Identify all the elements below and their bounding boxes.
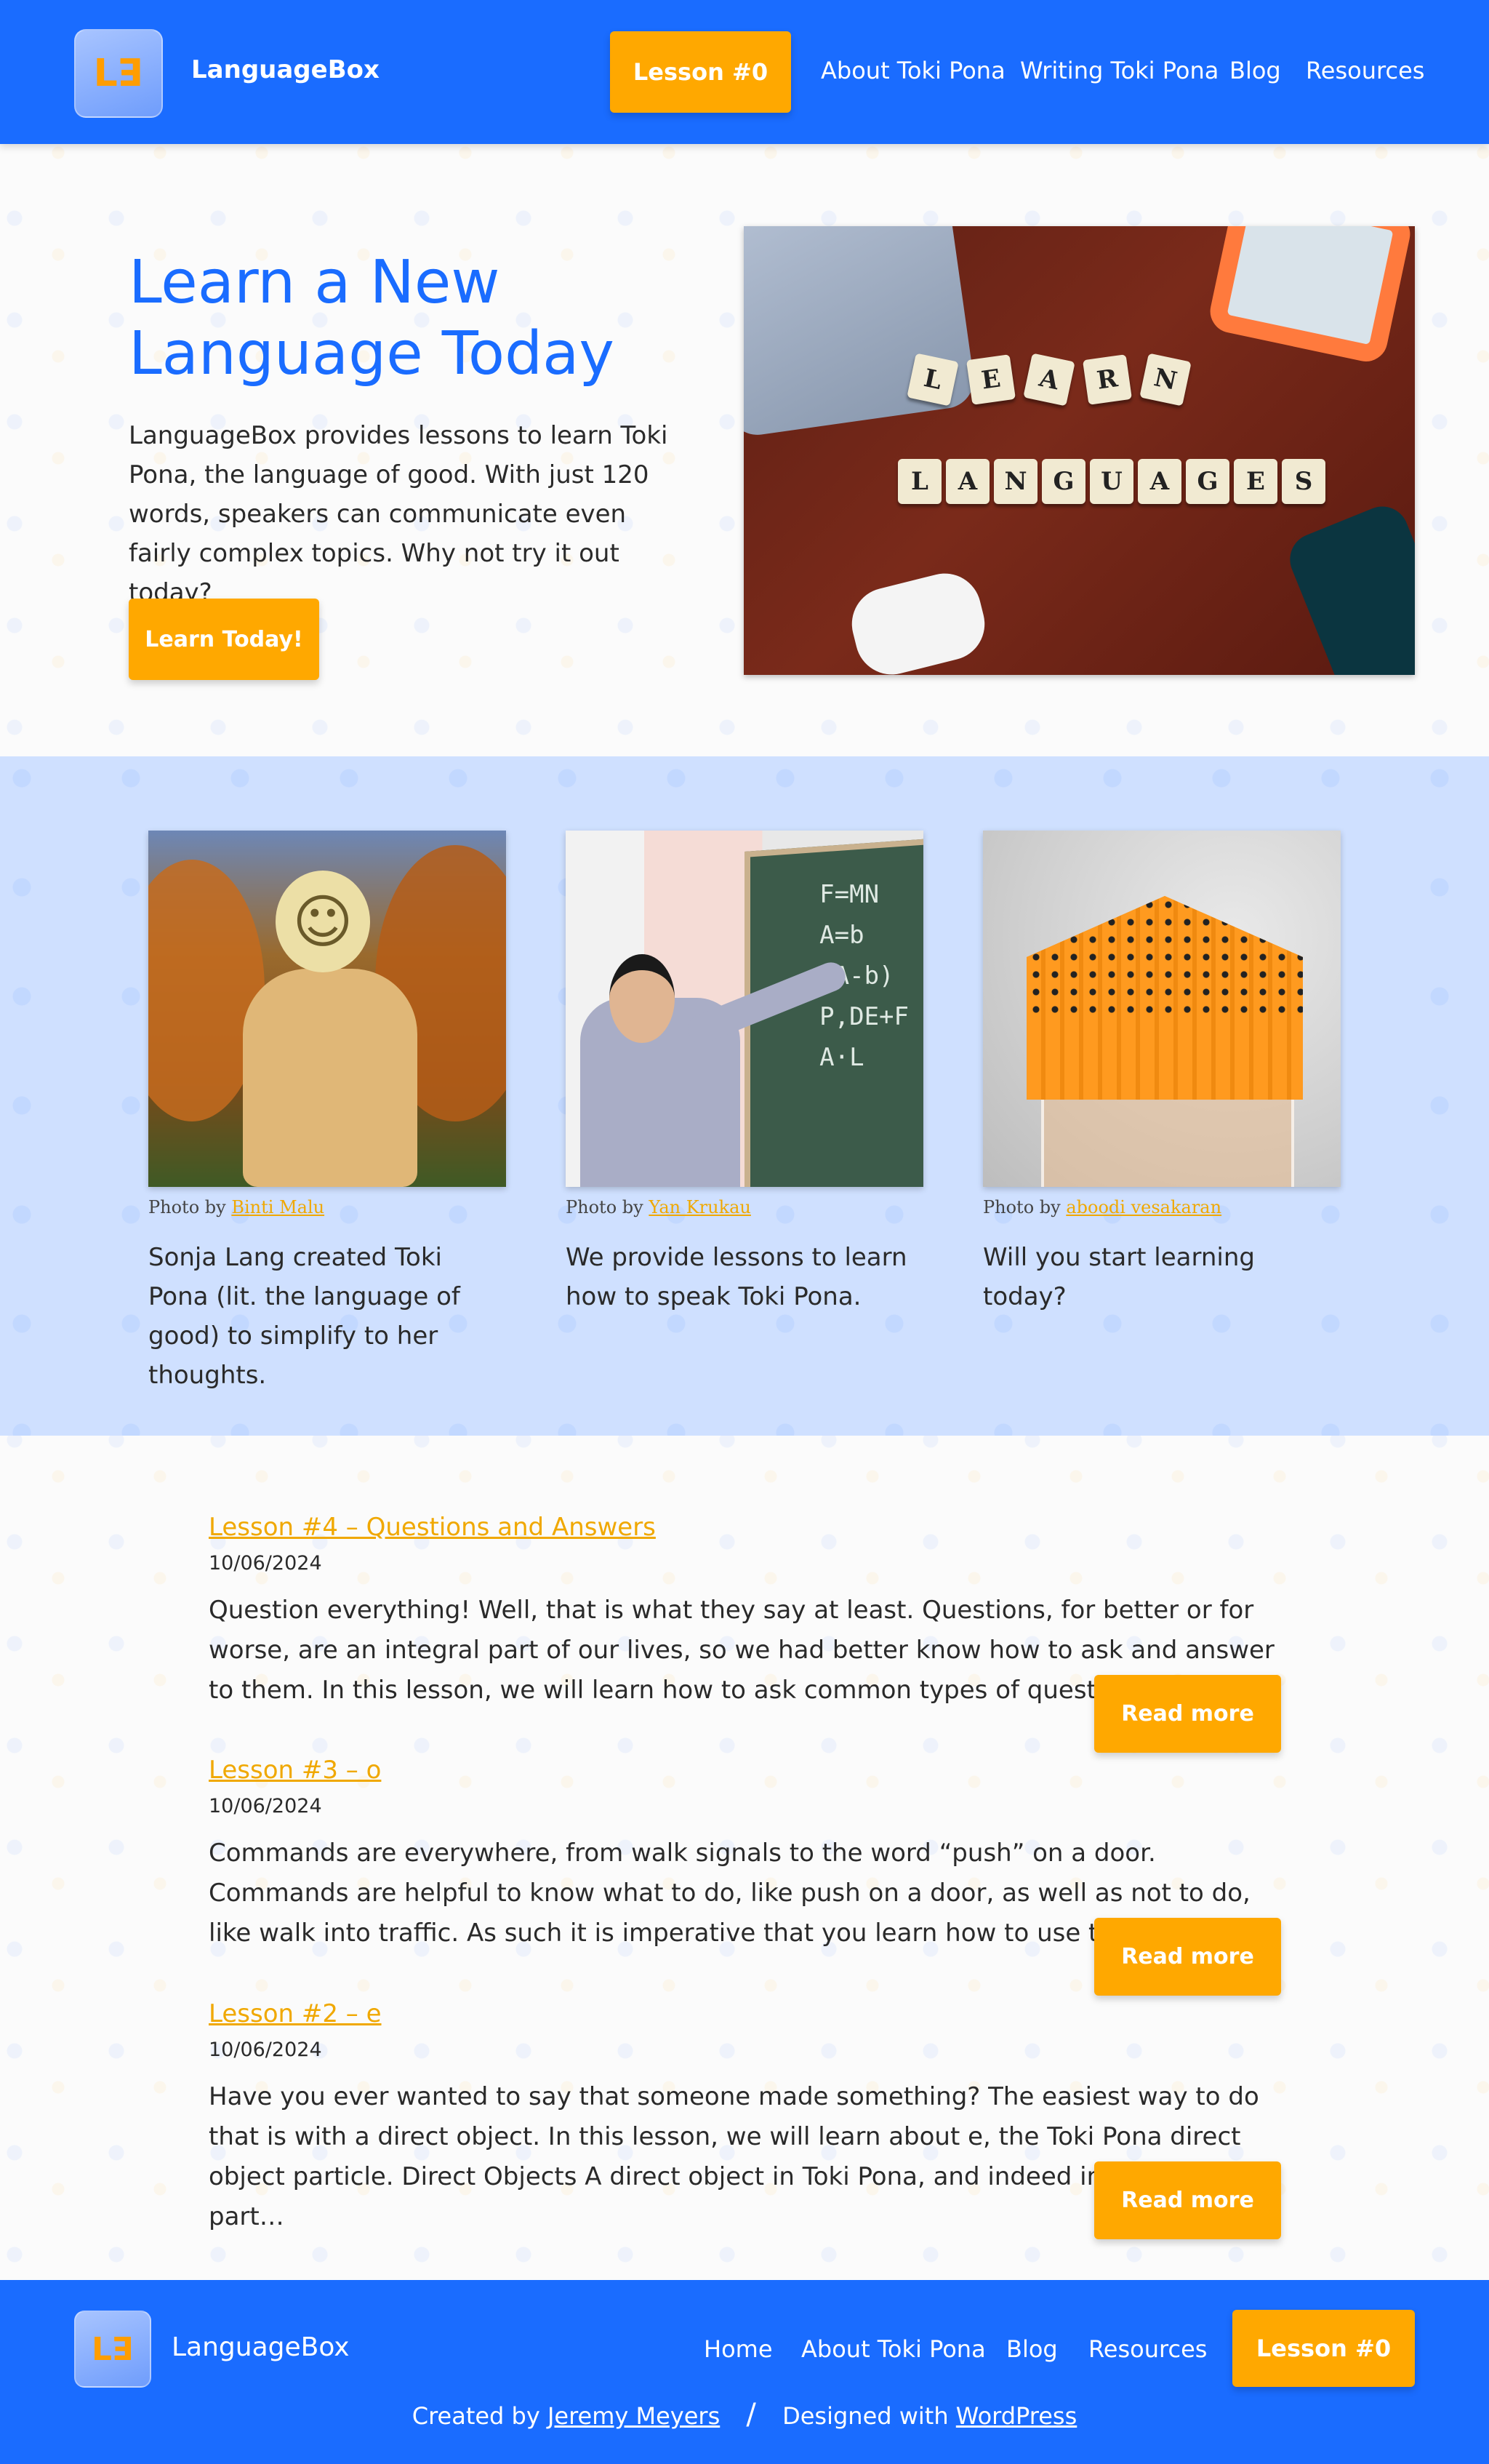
feature-text: Will you start learning today? <box>983 1243 1255 1311</box>
footer-brand-name[interactable]: LanguageBox <box>172 2332 350 2362</box>
nav-link-about-toki-pona[interactable]: About Toki Pona <box>821 57 1006 84</box>
letter-tile: G <box>1186 459 1229 504</box>
photo-credit: Photo by aboodi vesakaran <box>983 1197 1341 1217</box>
credits-separator: / <box>746 2398 756 2431</box>
feature-card-lessons: F=MN A=b (A-b) P,DE+F A·L Photo by Yan Kruka… <box>566 831 923 1316</box>
letter-tile: N <box>1139 353 1192 407</box>
feature-card-start-learning: Photo by aboodi vesakaran Will you start… <box>983 831 1341 1316</box>
photo-credit-link[interactable]: Binti Malu <box>231 1197 324 1217</box>
letter-tile: U <box>1090 459 1133 504</box>
tiles-languages: L A N G U A G E S <box>898 459 1325 504</box>
logo-icon[interactable]: ꓡꓱ <box>74 29 163 118</box>
letter-tile: S <box>1282 459 1325 504</box>
letter-tile: A <box>946 459 990 504</box>
letter-tile: A <box>1138 459 1181 504</box>
nav-link-blog[interactable]: Blog <box>1229 57 1281 84</box>
lesson-0-button[interactable]: Lesson #0 <box>610 31 791 113</box>
feature-card-toki-pona-origin: ☺ Photo by Binti Malu Sonja Lang created… <box>148 831 506 1395</box>
photo-credit: Photo by Yan Krukau <box>566 1197 923 1217</box>
smiley-face-icon: ☺ <box>276 871 370 972</box>
post-title-link[interactable]: Lesson #4 – Questions and Answers <box>209 1513 1281 1542</box>
earbuds-case-shape <box>844 566 992 675</box>
read-more-button[interactable]: Read more <box>1094 2161 1281 2239</box>
letter-tile: E <box>966 354 1016 405</box>
phone-shape <box>1282 498 1415 675</box>
letter-tile: A <box>1023 353 1075 407</box>
letter-tile: L <box>898 459 942 504</box>
photo-pencils <box>983 831 1341 1187</box>
photo-teacher-chalkboard: F=MN A=b (A-b) P,DE+F A·L <box>566 831 923 1187</box>
feature-text: We provide lessons to learn how to speak… <box>566 1243 907 1311</box>
laptop-shape <box>744 226 978 439</box>
hero-description: LanguageBox provides lessons to learn To… <box>129 421 668 607</box>
site-header: ꓡꓱ LanguageBox Lesson #0 About Toki Pona… <box>0 0 1489 144</box>
post-title-link[interactable]: Lesson #2 – e <box>209 1999 1281 2028</box>
nav-link-resources[interactable]: Resources <box>1306 57 1424 84</box>
tiles-learn: L E A R N <box>907 353 1192 407</box>
brand-name[interactable]: LanguageBox <box>191 55 380 84</box>
post-date: 10/06/2024 <box>209 1795 322 1817</box>
footer-nav-about-toki-pona[interactable]: About Toki Pona <box>801 2335 986 2363</box>
post-date: 10/06/2024 <box>209 1552 322 1575</box>
footer-lesson-0-button[interactable]: Lesson #0 <box>1232 2310 1415 2387</box>
letter-tile: G <box>1042 459 1085 504</box>
photo-credit-link[interactable]: aboodi vesakaran <box>1066 1197 1221 1217</box>
footer-credits: Created by Jeremy Meyers / Designed with… <box>0 2398 1489 2431</box>
read-more-button[interactable]: Read more <box>1094 1918 1281 1996</box>
letter-tile: E <box>1234 459 1277 504</box>
photo-credit: Photo by Binti Malu <box>148 1197 506 1217</box>
footer-logo-icon[interactable]: ꓡꓱ <box>74 2311 151 2388</box>
author-link[interactable]: Jeremy Meyers <box>547 2402 720 2430</box>
photo-credit-link[interactable]: Yan Krukau <box>649 1197 751 1217</box>
read-more-button[interactable]: Read more <box>1094 1675 1281 1753</box>
post-lesson-2: Lesson #2 – e 10/06/2024 Have you ever w… <box>209 1999 1281 2239</box>
footer-nav-blog[interactable]: Blog <box>1006 2335 1058 2363</box>
created-by-label: Created by <box>412 2402 540 2430</box>
post-lesson-4: Lesson #4 – Questions and Answers 10/06/… <box>209 1513 1281 1753</box>
hero-title: Learn a New Language Today <box>129 248 614 388</box>
learn-today-button[interactable]: Learn Today! <box>129 599 319 680</box>
footer-nav-home[interactable]: Home <box>704 2335 773 2363</box>
hero-image-learn-languages: L E A R N L A N G U A G E S <box>744 226 1415 675</box>
photo-credit-prefix: Photo by <box>983 1197 1061 1217</box>
letter-tile: R <box>1082 354 1133 405</box>
post-date: 10/06/2024 <box>209 2039 322 2061</box>
photo-credit-prefix: Photo by <box>148 1197 226 1217</box>
letter-tile: N <box>994 459 1038 504</box>
post-title-link[interactable]: Lesson #3 – o <box>209 1756 1281 1785</box>
wordpress-link[interactable]: WordPress <box>956 2402 1077 2430</box>
photo-credit-prefix: Photo by <box>566 1197 643 1217</box>
site-footer: ꓡꓱ LanguageBox Home About Toki Pona Blog… <box>0 2280 1489 2464</box>
designed-with-label: Designed with <box>782 2402 949 2430</box>
photo-smiley-mask: ☺ <box>148 831 506 1187</box>
nav-link-writing-toki-pona[interactable]: Writing Toki Pona <box>1020 57 1219 84</box>
post-lesson-3: Lesson #3 – o 10/06/2024 Commands are ev… <box>209 1756 1281 1996</box>
footer-nav-resources[interactable]: Resources <box>1088 2335 1207 2363</box>
feature-text: Sonja Lang created Toki Pona (lit. the l… <box>148 1243 460 1390</box>
orange-case-shape <box>1206 226 1414 366</box>
letter-tile: L <box>907 353 959 407</box>
